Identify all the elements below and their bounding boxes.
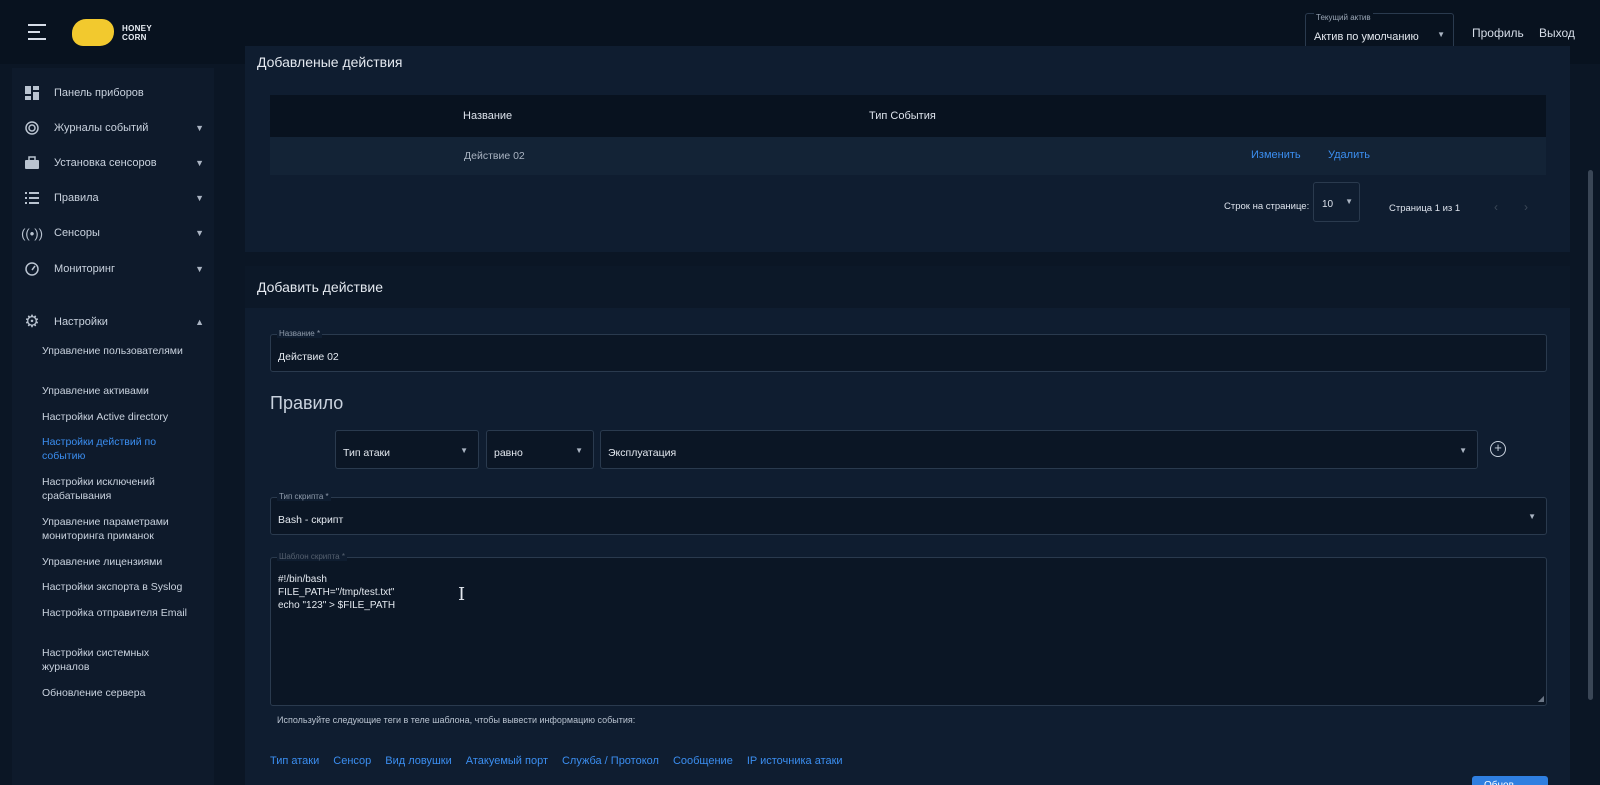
script-type-value: Bash - скрипт [278,514,344,526]
row-name: Действие 02 [464,150,525,162]
caret-down-icon: ▼ [1459,446,1467,455]
tag-service-protocol[interactable]: Служба / Протокол [562,755,659,769]
column-name[interactable]: Название [463,110,512,122]
sidebar-sub-exclusions[interactable]: Настройки исключений срабатывания [42,475,192,503]
current-asset-label: Текущий актив [1314,13,1373,22]
table-row: Действие 02 Изменить Удалить [270,137,1546,175]
logo-icon [72,19,114,46]
caret-down-icon: ▼ [1345,197,1353,206]
sidebar-item-rules[interactable]: Правила ▼ [24,186,210,210]
tag-attacked-port[interactable]: Атакуемый порт [466,755,548,769]
tag-source-ip[interactable]: IP источника атаки [747,755,843,769]
rule-field-select[interactable]: Тип атаки ▼ [335,430,479,469]
tag-trap-kind[interactable]: Вид ловушки [385,755,452,769]
menu-icon[interactable] [28,24,48,40]
current-asset-value: Актив по умолчанию [1314,31,1419,43]
gear-icon: ⚙ [24,312,40,331]
chevron-down-icon: ▼ [195,264,204,274]
sidebar-sub-decoy-monitoring[interactable]: Управление параметрами мониторинга прима… [42,515,192,543]
script-type-select[interactable]: Тип скрипта * Bash - скрипт ▼ [270,492,1547,535]
target-icon [24,120,40,136]
chevron-left-icon[interactable]: ‹ [1494,200,1498,214]
sidebar-sub-active-directory[interactable]: Настройки Active directory [42,410,192,424]
tags-hint: Используйте следующие теги в теле шаблон… [277,715,636,725]
script-line: FILE_PATH="/tmp/test.txt" [278,587,395,598]
sidebar-sub-event-actions[interactable]: Настройки действий по событию [42,435,192,463]
table-header: Название Тип События [270,95,1546,137]
rows-per-page-label: Строк на странице: [1224,201,1310,212]
logo-text: HONEY CORN [122,24,152,42]
add-action-header [245,266,1570,308]
rows-per-page-select[interactable]: 10 ▼ [1313,182,1360,222]
sidebar-item-event-logs[interactable]: Журналы событий ▼ [24,116,210,140]
action-name-value: Действие 02 [278,351,339,363]
dashboard-icon [24,85,40,101]
template-tags: Тип атаки Сенсор Вид ловушки Атакуемый п… [270,755,843,769]
chevron-down-icon: ▼ [195,158,204,168]
caret-down-icon: ▼ [575,446,583,455]
sidebar-sub-assets[interactable]: Управление активами [42,384,192,398]
column-event-type[interactable]: Тип События [869,110,936,122]
edit-link[interactable]: Изменить [1251,149,1301,161]
chevron-down-icon: ▼ [195,193,204,203]
sidebar-sub-system-logs[interactable]: Настройки системных журналов [42,646,192,674]
caret-down-icon: ▼ [460,446,468,455]
sidebar-sub-licenses[interactable]: Управление лицензиями [42,555,192,569]
sidebar-item-sensor-install[interactable]: Установка сенсоров ▼ [24,151,210,175]
broadcast-icon: ((•)) [21,225,43,241]
sidebar-item-dashboard[interactable]: Панель приборов [24,81,210,105]
sidebar: Панель приборов Журналы событий ▼ Устано… [12,68,214,785]
chevron-up-icon: ▲ [195,317,204,327]
script-line: #!/bin/bash [278,574,327,585]
sidebar-item-monitoring[interactable]: Мониторинг ▼ [24,257,210,281]
delete-link[interactable]: Удалить [1328,149,1370,161]
profile-link[interactable]: Профиль [1472,26,1524,40]
tag-sensor[interactable]: Сенсор [333,755,371,769]
rule-title: Правило [270,393,344,413]
rule-value-select[interactable]: Эксплуатация ▼ [600,430,1478,469]
chevron-right-icon[interactable]: › [1524,200,1528,214]
action-name-label: Название * [277,329,323,338]
toolbox-icon [24,155,40,171]
add-rule-plus-icon[interactable]: + [1490,441,1506,457]
gauge-icon [24,261,40,277]
sidebar-sub-server-update[interactable]: Обновление сервера [42,686,192,700]
script-line: echo "123" > $FILE_PATH [278,600,396,611]
chevron-down-icon: ▼ [195,123,204,133]
page-info: Страница 1 из 1 [1389,203,1461,214]
caret-down-icon: ▼ [1528,512,1536,521]
page-scrollbar[interactable] [1588,170,1593,700]
added-actions-title: Добавленые действия [257,54,403,70]
caret-down-icon: ▼ [1437,30,1445,39]
sidebar-sub-syslog[interactable]: Настройки экспорта в Syslog [42,580,192,594]
add-action-title: Добавить действие [257,279,383,295]
chevron-down-icon: ▼ [195,228,204,238]
sidebar-item-sensors[interactable]: ((•)) Сенсоры ▼ [21,221,210,245]
rule-operator-select[interactable]: равно ▼ [486,430,594,469]
resize-grip-icon[interactable]: ◢ [1538,694,1544,703]
script-type-label: Тип скрипта * [277,492,331,501]
sidebar-item-settings[interactable]: ⚙ Настройки ▲ [24,310,210,334]
list-icon [24,190,40,206]
logout-link[interactable]: Выход [1539,26,1575,40]
text-cursor-icon: I [458,584,466,605]
action-name-input[interactable]: Название * Действие 02 [270,329,1547,372]
tag-attack-type[interactable]: Тип атаки [270,755,319,769]
sidebar-sub-email[interactable]: Настройка отправителя Email [42,606,192,620]
tag-message[interactable]: Сообщение [673,755,733,769]
update-button[interactable]: Обнов [1472,776,1548,785]
sidebar-sub-users[interactable]: Управление пользователями [42,344,192,358]
script-template-textarea[interactable]: Шаблон скрипта * #!/bin/bash FILE_PATH="… [270,552,1547,706]
script-template-label: Шаблон скрипта * [277,552,347,561]
